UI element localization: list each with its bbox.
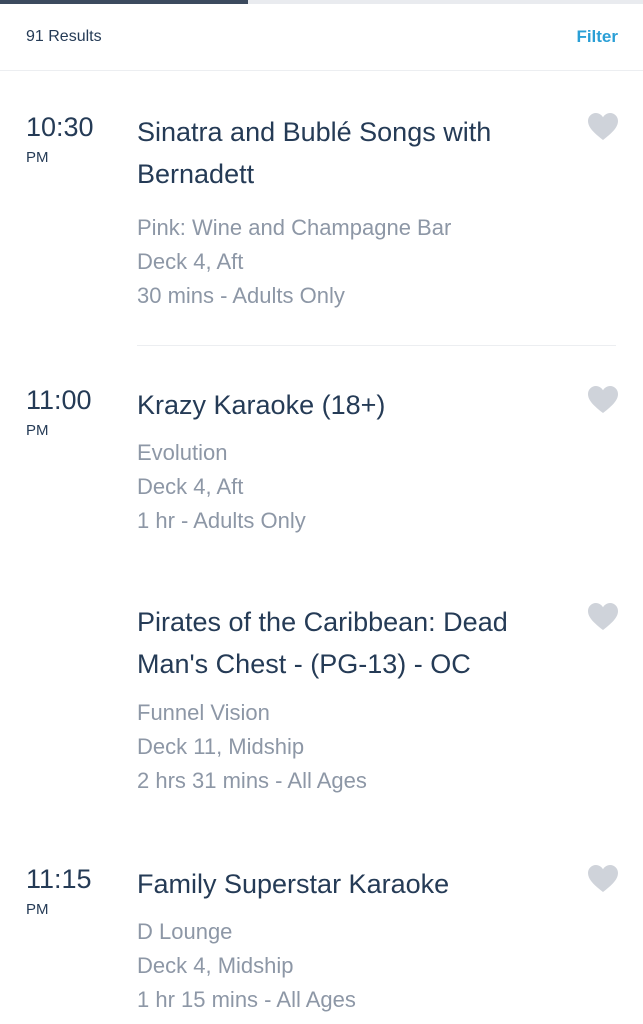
heart-icon[interactable]	[588, 386, 618, 414]
event-duration: 30 mins - Adults Only	[137, 283, 345, 308]
event-deck: Deck 4, Midship	[137, 953, 294, 978]
event-location: Evolution	[137, 440, 228, 465]
event-ampm: PM	[26, 149, 49, 166]
heart-icon[interactable]	[588, 865, 618, 893]
event-item[interactable]: 11:15 PM Family Superstar Karaoke D Loun…	[0, 863, 643, 1023]
activity-results-page: 91 Results Filter 10:30 PM Sinatra and B…	[0, 0, 643, 1024]
event-item[interactable]: 10:30 PM Sinatra and Bublé Songs with Be…	[0, 111, 643, 346]
heart-icon[interactable]	[588, 113, 618, 141]
event-details: Evolution Deck 4, Aft 1 hr - Adults Only	[137, 436, 577, 538]
event-details: Funnel Vision Deck 11, Midship 2 hrs 31 …	[137, 696, 577, 798]
event-title: Sinatra and Bublé Songs with Bernadett	[137, 117, 492, 189]
results-count: 91 Results	[26, 28, 102, 45]
event-ampm: PM	[26, 901, 49, 918]
event-location: Funnel Vision	[137, 700, 270, 725]
event-duration: 2 hrs 31 mins - All Ages	[137, 768, 367, 793]
filter-button[interactable]: Filter	[576, 27, 618, 47]
event-time: 11:00	[26, 385, 92, 415]
event-time: 11:15	[26, 864, 92, 894]
divider	[137, 345, 616, 346]
event-deck: Deck 11, Midship	[137, 734, 305, 759]
event-details: D Lounge Deck 4, Midship 1 hr 15 mins - …	[137, 915, 577, 1017]
event-item[interactable]: 11:00 PM Krazy Karaoke (18+) Evolution D…	[0, 384, 643, 564]
event-duration: 1 hr 15 mins - All Ages	[137, 987, 356, 1012]
heart-icon[interactable]	[588, 603, 618, 631]
event-title: Krazy Karaoke (18+)	[137, 390, 386, 420]
event-ampm: PM	[26, 422, 49, 439]
event-details: Pink: Wine and Champagne Bar Deck 4, Aft…	[137, 211, 577, 313]
event-item[interactable]: Pirates of the Caribbean: Dead Man's Che…	[0, 601, 643, 827]
event-duration: 1 hr - Adults Only	[137, 508, 306, 533]
event-location: Pink: Wine and Champagne Bar	[137, 215, 452, 240]
event-title: Family Superstar Karaoke	[137, 869, 450, 899]
event-deck: Deck 4, Aft	[137, 249, 244, 274]
event-time: 10:30	[26, 112, 94, 142]
event-title: Pirates of the Caribbean: Dead Man's Che…	[137, 607, 508, 679]
results-header: 91 Results Filter	[0, 4, 643, 71]
event-deck: Deck 4, Aft	[137, 474, 244, 499]
event-location: D Lounge	[137, 919, 233, 944]
